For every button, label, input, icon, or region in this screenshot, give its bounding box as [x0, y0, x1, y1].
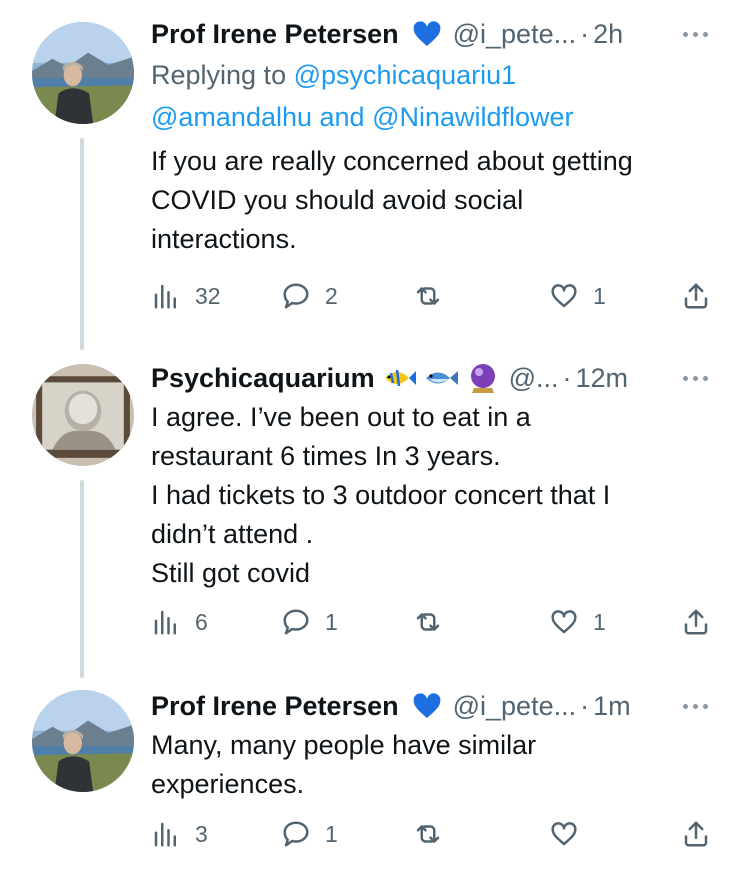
author-name[interactable]: Psychicaquarium — [151, 363, 375, 394]
avatar-image — [32, 22, 134, 124]
action-bar: 3 1 — [151, 812, 721, 856]
reply-button[interactable]: 1 — [281, 607, 338, 637]
reply-button[interactable]: 2 — [281, 281, 338, 311]
reply-count: 2 — [325, 282, 338, 309]
replying-to: Replying to @psychicaquariu1 @amandalhu … — [151, 54, 720, 138]
views-icon — [154, 822, 176, 847]
fish-icon — [425, 371, 458, 385]
views-count: 6 — [195, 608, 208, 635]
tweet-header: Prof Irene Petersen @i_pete... · 2h — [151, 14, 720, 54]
more-icon[interactable] — [683, 375, 720, 381]
avatar[interactable] — [32, 690, 134, 792]
views-button[interactable]: 32 — [151, 281, 221, 311]
reply-count: 1 — [325, 608, 338, 635]
retweet-button[interactable] — [413, 819, 457, 849]
like-icon — [551, 822, 577, 846]
author-name[interactable]: Prof Irene Petersen — [151, 691, 399, 722]
separator: · — [580, 690, 590, 721]
views-count: 32 — [195, 282, 221, 309]
share-icon — [684, 609, 708, 635]
reply-icon — [283, 609, 309, 635]
blue-heart-icon — [413, 21, 440, 46]
tropical-fish-icon — [384, 369, 416, 387]
like-icon — [551, 284, 577, 308]
avatar-image — [32, 364, 134, 466]
mention-links[interactable]: @amandalhu and @Ninawildflower — [151, 102, 574, 132]
action-bar: 32 2 1 — [151, 274, 721, 318]
replying-to-label: Replying to — [151, 60, 287, 90]
reply-button[interactable]: 1 — [281, 819, 338, 849]
like-count: 1 — [593, 282, 606, 309]
tweet-header: Prof Irene Petersen @i_pete... · 1m — [151, 686, 720, 726]
like-button[interactable]: 1 — [549, 607, 606, 637]
author-handle[interactable]: @i_pete... — [453, 19, 576, 50]
avatar-image — [32, 690, 134, 792]
retweet-icon — [416, 287, 440, 305]
like-icon — [551, 610, 577, 634]
reply-icon — [283, 283, 309, 309]
timestamp[interactable]: 1m — [593, 691, 631, 722]
mention-link[interactable]: @psychicaquariu1 — [294, 60, 517, 90]
share-button[interactable] — [681, 607, 711, 637]
views-button[interactable]: 3 — [151, 819, 208, 849]
views-count: 3 — [195, 820, 208, 847]
tweet-text: If you are really concerned about gettin… — [151, 146, 633, 254]
reply-count: 1 — [325, 820, 338, 847]
views-icon — [154, 610, 176, 635]
more-icon[interactable] — [683, 703, 720, 709]
author-handle[interactable]: @... — [509, 363, 559, 394]
share-button[interactable] — [681, 819, 711, 849]
retweet-button[interactable] — [413, 281, 457, 311]
like-count: 1 — [593, 608, 606, 635]
avatar[interactable] — [32, 364, 134, 466]
thread-line — [80, 138, 84, 350]
share-button[interactable] — [681, 281, 711, 311]
crystal-ball-icon — [470, 364, 495, 393]
share-icon — [684, 283, 708, 309]
tweet-text: I agree. I’ve been out to eat in a resta… — [151, 402, 611, 588]
retweet-button[interactable] — [413, 607, 457, 637]
views-icon — [154, 284, 176, 309]
action-bar: 6 1 1 — [151, 600, 721, 644]
retweet-icon — [416, 825, 440, 843]
avatar[interactable] — [32, 22, 134, 124]
like-button[interactable] — [549, 819, 593, 849]
separator: · — [580, 18, 590, 49]
separator: · — [562, 362, 572, 393]
author-handle[interactable]: @i_pete... — [453, 691, 576, 722]
timestamp[interactable]: 2h — [593, 19, 623, 50]
tweet-header: Psychicaquarium @... · 12m — [151, 358, 720, 398]
thread-line — [80, 480, 84, 678]
views-button[interactable]: 6 — [151, 607, 208, 637]
tweet-text: Many, many people have similar experienc… — [151, 730, 537, 799]
like-button[interactable]: 1 — [549, 281, 606, 311]
reply-icon — [283, 821, 309, 847]
author-name[interactable]: Prof Irene Petersen — [151, 19, 399, 50]
retweet-icon — [416, 613, 440, 631]
blue-heart-icon — [413, 693, 440, 718]
timestamp[interactable]: 12m — [576, 363, 629, 394]
more-icon[interactable] — [683, 31, 720, 37]
share-icon — [684, 821, 708, 847]
